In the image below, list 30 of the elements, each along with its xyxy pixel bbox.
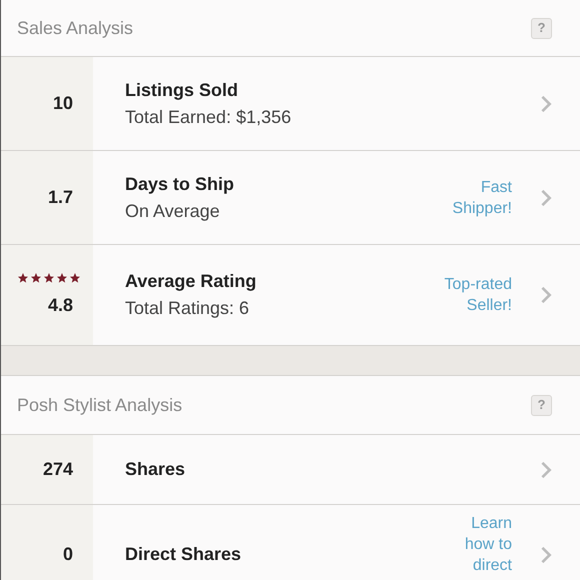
stat-title: Shares [125,458,186,481]
star-icon [30,272,42,284]
stat-title: Direct Shares [125,543,242,566]
section-title: Sales Analysis [17,16,134,40]
stat-value: 10 [52,92,73,115]
chevron-right-icon [540,546,552,564]
stat-row[interactable]: 0 Direct Shares Learn how to direct [1,505,580,580]
chevron-right-icon [540,286,552,304]
stat-subtitle: On Average [125,200,221,223]
stat-title: Listings Sold [125,78,240,102]
stat-value: 274 [42,458,73,481]
stat-row[interactable]: 1.7 Days to Ship On Average Fast Shipper! [1,151,580,245]
chevron-right-icon [540,188,552,206]
star-icon [43,272,55,284]
star-icon [69,272,81,284]
stat-title: Average Rating [125,270,258,293]
stat-value: 0 [62,543,73,566]
stat-row[interactable]: 274 Shares [1,435,580,505]
star-icon [56,272,68,284]
stat-row[interactable]: 4.8 Average Rating Total Ratings: 6 Top-rated Seller! [1,245,580,346]
stat-row[interactable]: 10 Listings Sold Total Earned: $1,356 [1,57,580,151]
stat-value: 1.7 [48,186,73,209]
star-icon [17,272,29,284]
section-title: Posh Stylist Analysis [17,394,182,417]
chevron-right-icon [540,94,552,112]
chevron-right-icon [540,460,552,478]
stat-value: 4.8 [48,294,73,316]
stat-title: Days to Ship [125,172,236,196]
stat-subtitle: Total Earned: $1,356 [125,106,292,128]
stat-subtitle: Total Ratings: 6 [125,297,250,320]
